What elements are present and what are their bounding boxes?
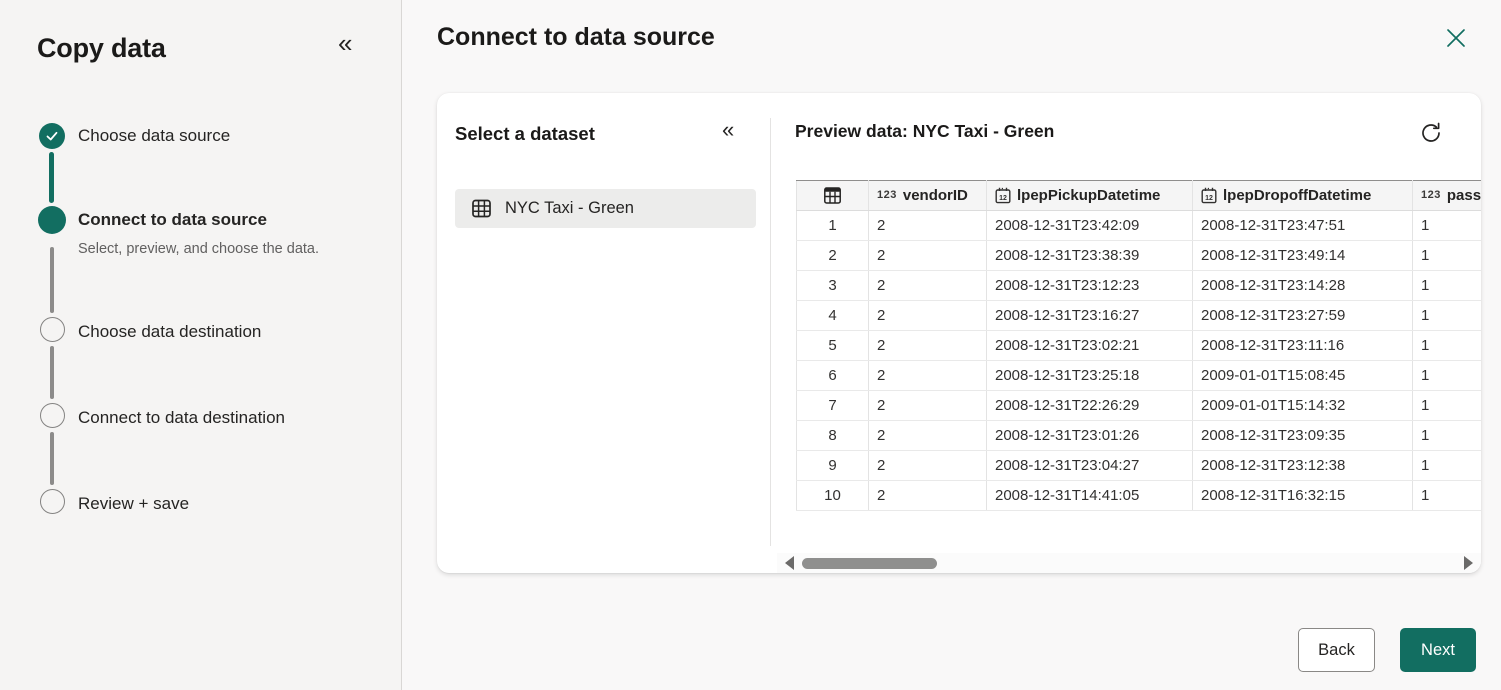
dataset-panel-title: Select a dataset [455, 123, 595, 145]
step-connector [50, 432, 54, 485]
column-header-passenger: 123pass [1413, 181, 1482, 211]
sidebar-collapse-icon[interactable]: « [338, 30, 352, 56]
calendar-type-icon: 12 [995, 187, 1011, 204]
table-row: 422008-12-31T23:16:272008-12-31T23:27:59… [797, 301, 1482, 331]
column-header-lpepdropoffdatetime: 12 lpepDropoffDatetime [1193, 181, 1413, 211]
table-row: 822008-12-31T23:01:262008-12-31T23:09:35… [797, 421, 1482, 451]
sidebar-step-review-save[interactable]: Review + save [78, 494, 189, 514]
preview-title: Preview data: NYC Taxi - Green [795, 121, 1054, 142]
row-index-header [797, 181, 869, 211]
table-row: 1022008-12-31T14:41:052008-12-31T16:32:1… [797, 481, 1482, 511]
step-indicator-upcoming [40, 489, 65, 514]
table-icon [471, 198, 492, 219]
table-row: 322008-12-31T23:12:232008-12-31T23:14:28… [797, 271, 1482, 301]
refresh-icon [1419, 121, 1443, 145]
step-indicator-completed [39, 123, 65, 149]
step-connector [50, 346, 54, 399]
dataset-item-label: NYC Taxi - Green [505, 199, 634, 218]
step-connector [49, 152, 54, 203]
step-connector [50, 247, 54, 313]
dataset-panel-collapse-icon[interactable]: « [722, 117, 734, 143]
refresh-button[interactable] [1417, 119, 1445, 147]
table-row: 122008-12-31T23:42:092008-12-31T23:47:51… [797, 211, 1482, 241]
scrollbar-thumb[interactable] [802, 558, 937, 569]
table-row: 622008-12-31T23:25:182009-01-01T15:08:45… [797, 361, 1482, 391]
calendar-type-icon: 12 [1201, 187, 1217, 204]
dataset-item-nyc-taxi-green[interactable]: NYC Taxi - Green [455, 189, 756, 228]
sidebar-step-choose-data-destination[interactable]: Choose data destination [78, 322, 261, 342]
wizard-title: Copy data [37, 33, 166, 64]
number-type-icon: 123 [877, 189, 897, 201]
step-indicator-upcoming [40, 317, 65, 342]
table-row: 222008-12-31T23:38:392008-12-31T23:49:14… [797, 241, 1482, 271]
wizard-sidebar: Copy data « Choose data source Connect t… [0, 0, 402, 690]
sidebar-step-choose-data-source[interactable]: Choose data source [78, 126, 230, 146]
table-row: 722008-12-31T22:26:292009-01-01T15:14:32… [797, 391, 1482, 421]
back-button[interactable]: Back [1298, 628, 1375, 672]
table-grid-icon [823, 186, 842, 205]
preview-table: 123vendorID 12 lpepPickupDatetime [796, 180, 1481, 511]
scroll-left-icon[interactable] [785, 556, 794, 570]
number-type-icon: 123 [1421, 189, 1441, 201]
svg-text:12: 12 [999, 195, 1007, 202]
sidebar-step-connect-to-data-destination[interactable]: Connect to data destination [78, 408, 285, 428]
panel-divider [770, 118, 771, 546]
horizontal-scrollbar[interactable] [777, 553, 1481, 573]
table-header-row: 123vendorID 12 lpepPickupDatetime [797, 181, 1482, 211]
column-header-vendorid: 123vendorID [869, 181, 987, 211]
table-row: 922008-12-31T23:04:272008-12-31T23:12:38… [797, 451, 1482, 481]
step-indicator-current [38, 206, 66, 234]
step-indicator-upcoming [40, 403, 65, 428]
scroll-right-icon[interactable] [1464, 556, 1473, 570]
connect-data-source-card: Select a dataset « NYC Taxi - Green Prev… [437, 93, 1481, 573]
step-description: Select, preview, and choose the data. [78, 241, 319, 257]
table-row: 522008-12-31T23:02:212008-12-31T23:11:16… [797, 331, 1482, 361]
svg-text:12: 12 [1205, 195, 1213, 202]
close-button[interactable] [1440, 22, 1472, 54]
next-button[interactable]: Next [1400, 628, 1476, 672]
checkmark-icon [45, 129, 59, 143]
page-title: Connect to data source [437, 23, 715, 52]
column-header-lpeppickupdatetime: 12 lpepPickupDatetime [987, 181, 1193, 211]
sidebar-step-connect-to-data-source[interactable]: Connect to data source [78, 210, 267, 230]
close-icon [1445, 27, 1467, 49]
